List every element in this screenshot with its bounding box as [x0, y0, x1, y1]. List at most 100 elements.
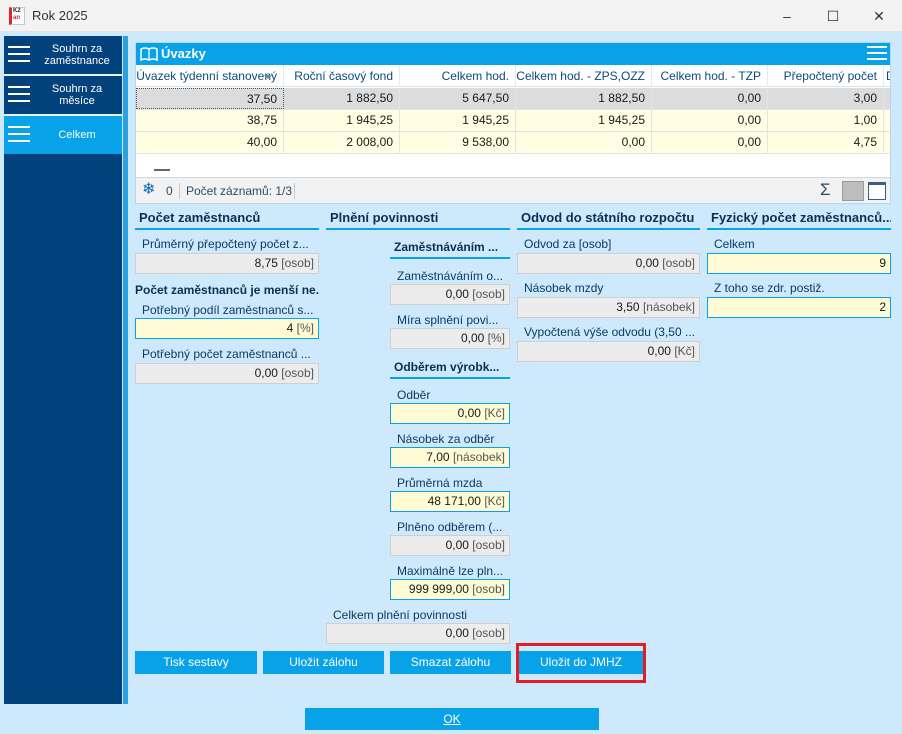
sidebar-item-label: Souhrn za měsíce	[51, 83, 103, 107]
ok-button[interactable]: OK	[305, 708, 599, 730]
panel-splitter[interactable]	[123, 36, 128, 704]
table-cell[interactable]: 1 882,50	[516, 88, 652, 109]
sort-down-icon	[264, 75, 272, 79]
table-cell[interactable]: 1 945,25	[516, 110, 652, 131]
record-count: Počet záznamů: 1/3	[186, 184, 293, 198]
celkem-plneni-field: 0,00 [osob]	[326, 623, 510, 644]
sidebar-item-celkem[interactable]: Celkem	[4, 116, 122, 154]
table-cell[interactable]: 37,50	[136, 88, 284, 109]
table-cell[interactable]: 9 538,00	[400, 132, 516, 153]
table-cell[interactable]: 40,00	[136, 132, 284, 153]
prumerna-mzda-input[interactable]: 48 171,00 [Kč]	[390, 491, 510, 512]
snowflake-icon[interactable]: ❄	[142, 182, 155, 198]
odber-input[interactable]: 0,00 [Kč]	[390, 403, 510, 424]
tisk-sestavy-button[interactable]: Tisk sestavy	[135, 651, 257, 674]
table-row[interactable]: 37,50 1 882,50 5 647,50 1 882,50 0,00 3,…	[136, 88, 890, 110]
menu-icon	[8, 126, 30, 144]
column-header[interactable]: Přepočtený počet	[768, 65, 884, 87]
nasobek-mzdy-field: 3,50 [násobek]	[517, 297, 700, 318]
odvod-za-field: 0,00 [osob]	[517, 253, 700, 274]
odberem-vyrobku-heading: Odběrem výrobk...	[390, 357, 510, 379]
maximalne-lze-input[interactable]: 999 999,00 [osob]	[390, 579, 510, 600]
table-cell[interactable]: 2 008,00	[284, 132, 400, 153]
field-label: Násobek mzdy	[524, 281, 604, 295]
field-label: Průměrný přepočtený počet z...	[142, 237, 309, 251]
potrebny-podil-input[interactable]: 4 [%]	[135, 318, 319, 339]
section-plneni-povinnosti: Plnění povinnosti	[326, 208, 510, 230]
vypoctena-vyse-field: 0,00 [Kč]	[517, 341, 700, 362]
filter-toggle-button[interactable]	[842, 181, 864, 201]
window-body: Souhrn za zaměstnance Souhrn za měsíce C…	[0, 32, 902, 734]
field-label: Násobek za odběr	[397, 432, 495, 446]
zamestnavanim-osob-field: 0,00 [osob]	[390, 284, 510, 305]
frozen-count: 0	[166, 184, 173, 198]
table-cell[interactable]: 0,00	[652, 88, 768, 109]
table-row[interactable]: 40,00 2 008,00 9 538,00 0,00 0,00 4,75	[136, 132, 890, 154]
column-header[interactable]: Roční časový fond	[284, 65, 400, 87]
table-cell[interactable]: 1 882,50	[284, 88, 400, 109]
sidebar: Souhrn za zaměstnance Souhrn za měsíce C…	[4, 36, 122, 704]
table-cell[interactable]: 3,00	[768, 88, 884, 109]
table-cell[interactable]: 0,00	[652, 110, 768, 131]
uvazky-grid: Úvazky Úvazek týdenní stanovený Roční ča…	[135, 42, 891, 204]
mensi-nez-heading: Počet zaměstnanců je menší ne...	[135, 283, 319, 297]
field-label: Maximálně lze pln...	[397, 564, 504, 578]
menu-icon	[8, 46, 30, 64]
table-cell[interactable]: 1 945,25	[284, 110, 400, 131]
grid-title: Úvazky	[161, 46, 206, 61]
calendar-settings-icon[interactable]	[868, 182, 886, 200]
grid-footer: ❄ 0 Počet záznamů: 1/3 Σ	[136, 177, 890, 203]
column-header[interactable]: Úvazek týdenní stanovený	[136, 65, 284, 87]
column-header[interactable]: D	[884, 65, 890, 87]
nasobek-za-odber-input[interactable]: 7,00 [násobek]	[390, 447, 510, 468]
field-label: Míra splnění povi...	[397, 313, 499, 327]
field-label: Potřebný podíl zaměstnanců s...	[142, 303, 314, 317]
sidebar-item-souhrn-mesice[interactable]: Souhrn za měsíce	[4, 76, 122, 114]
sum-icon[interactable]: Σ	[820, 180, 831, 200]
field-label: Potřebný počet zaměstnanců ...	[142, 347, 311, 361]
close-button[interactable]: ✕	[856, 0, 902, 32]
potrebny-pocet-field: 0,00 [osob]	[135, 363, 319, 384]
field-label: Plněno odběrem (...	[397, 520, 503, 534]
minimize-button[interactable]: –	[764, 0, 810, 32]
grid-header: Úvazky	[136, 43, 890, 65]
fyzicky-celkem-input[interactable]: 9	[707, 253, 891, 274]
section-fyzicky-pocet: Fyzický počet zaměstnanců...	[707, 208, 891, 230]
column-headers: Úvazek týdenní stanovený Roční časový fo…	[136, 65, 890, 87]
table-cell[interactable]: 1 945,25	[400, 110, 516, 131]
table-cell[interactable]: 0,00	[652, 132, 768, 153]
window-title: Rok 2025	[32, 8, 88, 23]
table-cell[interactable]: 38,75	[136, 110, 284, 131]
grid-menu-icon[interactable]	[867, 46, 887, 62]
menu-icon	[8, 86, 30, 104]
column-header[interactable]: Celkem hod. - TZP	[652, 65, 768, 87]
section-odvod: Odvod do státního rozpočtu	[517, 208, 700, 230]
app-logo-icon: K2 an	[9, 7, 25, 25]
column-header[interactable]: Celkem hod.	[400, 65, 516, 87]
table-row[interactable]: 38,75 1 945,25 1 945,25 1 945,25 0,00 1,…	[136, 110, 890, 132]
field-label: Z toho se zdr. postiž.	[714, 281, 825, 295]
field-label: Odběr	[397, 388, 431, 402]
column-header[interactable]: Celkem hod. - ZPS,OZZ	[516, 65, 652, 87]
sidebar-item-label: Souhrn za zaměstnance	[44, 43, 110, 67]
field-label: Odvod za [osob]	[524, 237, 612, 251]
horizontal-scrollbar[interactable]	[154, 169, 170, 171]
book-icon	[140, 47, 158, 61]
plneno-odberem-field: 0,00 [osob]	[390, 535, 510, 556]
ulozit-zalohu-button[interactable]: Uložit zálohu	[263, 651, 384, 674]
field-label: Průměrná mzda	[397, 476, 483, 490]
field-label: Celkem	[714, 237, 755, 251]
highlight-marker	[516, 643, 646, 683]
maximize-button[interactable]: ☐	[810, 0, 856, 32]
sidebar-item-souhrn-zamestnance[interactable]: Souhrn za zaměstnance	[4, 36, 122, 74]
title-bar: K2 an Rok 2025 – ☐ ✕	[0, 0, 902, 32]
table-cell[interactable]: 1,00	[768, 110, 884, 131]
table-cell[interactable]: 5 647,50	[400, 88, 516, 109]
field-label: Zaměstnáváním o...	[397, 269, 504, 283]
zdr-postiz-input[interactable]: 2	[707, 297, 891, 318]
smazat-zalohu-button[interactable]: Smazat zálohu	[390, 651, 511, 674]
table-cell[interactable]: 4,75	[768, 132, 884, 153]
mira-splneni-field: 0,00 [%]	[390, 328, 510, 349]
divider	[179, 183, 180, 199]
table-cell[interactable]: 0,00	[516, 132, 652, 153]
